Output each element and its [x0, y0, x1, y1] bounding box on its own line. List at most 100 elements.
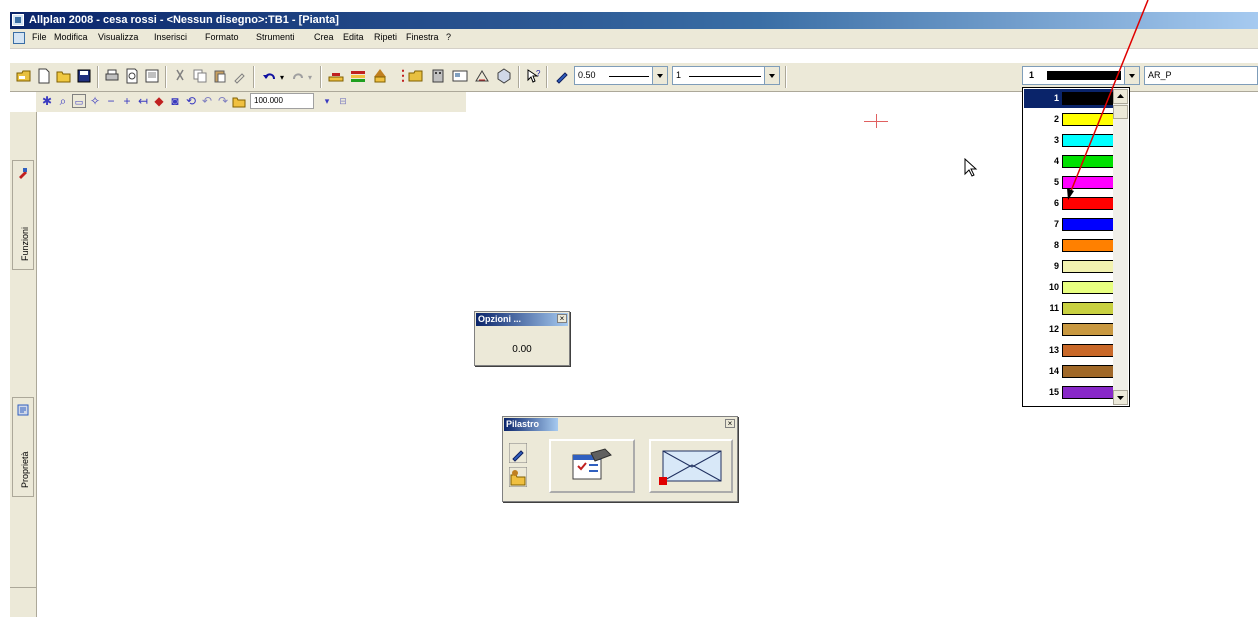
fill-icon[interactable]: ◆ [152, 94, 166, 108]
pick-properties-icon[interactable] [509, 443, 527, 463]
view-toolbar: ✱ ⌕ ▭ ✧ − + ↤ ◆ ◙ ⟲ ↶ ↷ 100.000 ▾ ⊟ [36, 92, 466, 112]
color-option-number: 9 [1053, 261, 1059, 271]
zoom-icon[interactable]: ⌕ [56, 94, 70, 108]
copy-icon[interactable] [192, 68, 208, 84]
menu-formato[interactable]: Formato [205, 32, 239, 42]
color-option-12[interactable]: 12 [1024, 320, 1116, 339]
dropdown-arrow-icon[interactable] [764, 67, 779, 84]
color-option-swatch [1062, 281, 1114, 294]
open-project-icon[interactable] [16, 68, 32, 84]
3d-view-icon[interactable] [496, 68, 512, 84]
color-dropdown-list[interactable]: 1 2 3 4 5 6 7 8 9 10 11 12 13 14 15 [1022, 87, 1130, 407]
zoom-window-icon[interactable]: ▭ [72, 94, 86, 108]
color-option-4[interactable]: 4 [1024, 152, 1116, 171]
scroll-thumb[interactable] [1113, 105, 1128, 119]
layout-icon[interactable] [144, 68, 160, 84]
regenerate-icon[interactable]: ⟲ [184, 94, 198, 108]
favorites-folder-icon[interactable] [509, 467, 527, 487]
next-view-icon[interactable]: ↷ [216, 94, 230, 108]
undo-dropdown-icon[interactable]: ▾ [280, 73, 284, 82]
close-icon[interactable]: × [557, 314, 567, 323]
close-icon[interactable]: × [725, 419, 735, 428]
pen-thickness-combo[interactable]: 0.50 [574, 66, 668, 85]
menu-inserisci[interactable]: Inserisci [154, 32, 187, 42]
color-option-7[interactable]: 7 [1024, 215, 1116, 234]
menu-file[interactable]: File [32, 32, 47, 42]
color-option-swatch [1062, 365, 1114, 378]
envelope-section-icon [659, 450, 722, 485]
color-option-number: 1 [1053, 93, 1059, 103]
pen-thickness-value: 0.50 [578, 70, 596, 80]
color-option-8[interactable]: 8 [1024, 236, 1116, 255]
undo-icon[interactable] [262, 68, 278, 84]
previous-view-icon[interactable]: ↶ [200, 94, 214, 108]
color-option-2[interactable]: 2 [1024, 110, 1116, 129]
column-section-button[interactable] [649, 439, 733, 493]
document-icon[interactable] [13, 32, 25, 44]
menu-modifica[interactable]: Modifica [54, 32, 88, 42]
dropdown-scrollbar[interactable] [1113, 89, 1128, 405]
app-icon[interactable] [12, 14, 24, 26]
window-view-icon[interactable] [452, 68, 468, 84]
redo-dropdown-icon[interactable]: ▾ [308, 73, 312, 82]
color-option-11[interactable]: 11 [1024, 299, 1116, 318]
drawing-files-icon[interactable] [372, 68, 388, 84]
color-option-13[interactable]: 13 [1024, 341, 1116, 360]
color-option-6[interactable]: 6 [1024, 194, 1116, 213]
crosshair-horizontal [864, 121, 888, 122]
save-icon[interactable] [76, 68, 92, 84]
color-option-swatch [1062, 134, 1114, 147]
paste-icon[interactable] [212, 68, 228, 84]
dropdown-arrow-icon[interactable] [652, 67, 667, 84]
title-bar: Allplan 2008 - cesa rossi - <Nessun dise… [10, 12, 1258, 29]
layer-status-icon[interactable] [328, 68, 344, 84]
menu-finestra[interactable]: Finestra [406, 32, 439, 42]
tab-proprieta[interactable]: Proprietà [12, 397, 34, 497]
menu-visualizza[interactable]: Visualizza [98, 32, 138, 42]
help-pointer-icon[interactable]: ? [526, 68, 542, 84]
open-layout-icon[interactable] [408, 68, 424, 84]
layer-combo[interactable]: AR_P [1144, 66, 1258, 85]
print-preview-icon[interactable] [124, 68, 140, 84]
move-view-icon[interactable]: ↤ [136, 94, 150, 108]
menu-help[interactable]: ? [446, 32, 451, 42]
menu-edita[interactable]: Edita [343, 32, 364, 42]
layer-manager-icon[interactable] [350, 68, 366, 84]
color-option-1[interactable]: 1 [1024, 89, 1116, 108]
pin-icon[interactable]: ⊟ [336, 94, 350, 108]
pen-icon[interactable] [554, 68, 570, 84]
menu-strumenti[interactable]: Strumenti [256, 32, 295, 42]
scale-combo[interactable]: 100.000 [250, 93, 314, 109]
redo-icon[interactable] [290, 68, 306, 84]
scale-dropdown-icon[interactable]: ▾ [320, 94, 334, 108]
cut-icon[interactable] [172, 68, 188, 84]
line-type-combo[interactable]: 1 [672, 66, 780, 85]
color-option-9[interactable]: 9 [1024, 257, 1116, 276]
dropdown-arrow-icon[interactable] [1124, 67, 1139, 84]
color-option-14[interactable]: 14 [1024, 362, 1116, 381]
redraw-icon[interactable]: ✱ [40, 94, 54, 108]
color-combo[interactable]: 1 [1022, 66, 1140, 85]
color-option-5[interactable]: 5 [1024, 173, 1116, 192]
zoom-out-icon[interactable]: − [104, 94, 118, 108]
tab-funzioni[interactable]: Funzioni [12, 160, 34, 270]
color-option-3[interactable]: 3 [1024, 131, 1116, 150]
print-icon[interactable] [104, 68, 120, 84]
design-icon[interactable] [474, 68, 490, 84]
column-properties-button[interactable] [549, 439, 635, 493]
new-file-icon[interactable] [36, 68, 52, 84]
camera-icon[interactable]: ◙ [168, 94, 182, 108]
zoom-in-icon[interactable]: + [120, 94, 134, 108]
scroll-up-icon[interactable] [1113, 89, 1128, 104]
menu-crea[interactable]: Crea [314, 32, 334, 42]
folder-icon[interactable] [232, 94, 246, 108]
menu-ripeti[interactable]: Ripeti [374, 32, 397, 42]
pan-icon[interactable]: ✧ [88, 94, 102, 108]
color-option-number: 8 [1053, 240, 1059, 250]
building-icon[interactable] [430, 68, 446, 84]
scroll-down-icon[interactable] [1113, 390, 1128, 405]
eyedropper-icon[interactable] [232, 68, 248, 84]
open-folder-icon[interactable] [56, 68, 72, 84]
color-option-15[interactable]: 15 [1024, 383, 1116, 402]
color-option-10[interactable]: 10 [1024, 278, 1116, 297]
